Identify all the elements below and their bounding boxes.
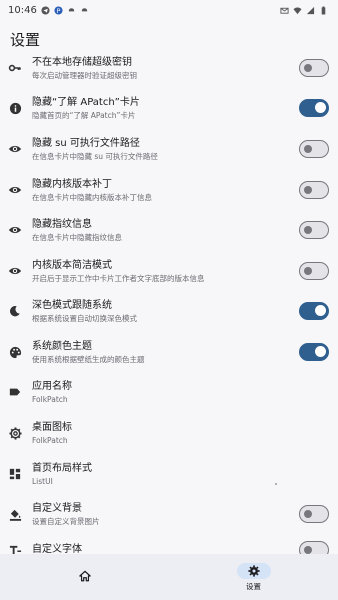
setting-title: 应用名称 bbox=[32, 380, 72, 392]
toggle-switch[interactable] bbox=[299, 99, 329, 117]
toggle-switch[interactable] bbox=[299, 262, 329, 280]
dashboard-icon bbox=[8, 467, 22, 481]
nav-item-settings[interactable]: 设置 bbox=[169, 554, 338, 600]
setting-row-hide-kernel-patch[interactable]: 隐藏内核版本补丁 在信息卡片中隐藏内核版本补丁信息 bbox=[0, 172, 338, 208]
toggle-switch[interactable] bbox=[299, 343, 329, 361]
toggle-switch[interactable] bbox=[299, 505, 329, 523]
setting-row-kernel-simple-mode[interactable]: 内核版本简洁模式 开启后于显示工作中卡片工作者文字底部的版本信息 bbox=[0, 253, 338, 289]
setting-subtitle: 在信息卡片中隐藏 su 可执行文件路径 bbox=[32, 151, 158, 161]
home-icon bbox=[78, 570, 91, 582]
setting-row-desktop-icon[interactable]: 桌面图标 FolkPatch bbox=[0, 415, 338, 451]
bottom-navigation: 设置 bbox=[0, 554, 338, 600]
svg-text:P: P bbox=[56, 7, 60, 14]
battery-icon bbox=[321, 5, 326, 15]
setting-subtitle: 使用系统根据壁纸生成的颜色主题 bbox=[32, 354, 145, 364]
setting-title: 隐藏内核版本补丁 bbox=[32, 178, 112, 190]
eye-icon bbox=[8, 264, 22, 278]
setting-subtitle: ListUI bbox=[32, 476, 53, 486]
toggle-switch[interactable] bbox=[299, 59, 329, 77]
setting-title: 内核版本简洁模式 bbox=[32, 259, 112, 271]
setting-row-dark-mode-follow-system[interactable]: 深色模式跟随系统 根据系统设置自动切换深色模式 bbox=[0, 293, 338, 329]
setting-subtitle: 开启后于显示工作中卡片工作者文字底部的版本信息 bbox=[32, 273, 205, 283]
setting-title: 隐藏“了解 APatch”卡片 bbox=[32, 96, 140, 108]
setting-subtitle: 设置自定义背景图片 bbox=[32, 516, 100, 526]
setting-row-custom-background[interactable]: 自定义背景 设置自定义背景图片 bbox=[0, 496, 338, 532]
page-title: 设置 bbox=[10, 30, 41, 49]
eye-icon bbox=[8, 183, 22, 197]
signal-icon bbox=[306, 6, 315, 14]
info-icon bbox=[8, 101, 22, 115]
nav-item-home[interactable] bbox=[0, 554, 169, 600]
setting-row-hide-fingerprint[interactable]: 隐藏指纹信息 在信息卡片中隐藏指纹信息 bbox=[0, 212, 338, 248]
wifi-icon bbox=[293, 6, 302, 14]
setting-subtitle: 隐藏首页的“了解 APatch”卡片 bbox=[32, 110, 136, 120]
format-color-fill-icon bbox=[8, 507, 22, 521]
setting-row-home-layout-style[interactable]: 首页布局样式 ListUI bbox=[0, 456, 338, 492]
android-icon-2 bbox=[81, 7, 88, 11]
setting-title: 隐藏指纹信息 bbox=[32, 218, 92, 230]
setting-row-no-store-superkey[interactable]: 不在本地存储超级密钥 每次启动管理器时验证超级密钥 bbox=[0, 50, 338, 86]
setting-subtitle: 每次启动管理器时验证超级密钥 bbox=[32, 70, 137, 80]
setting-title: 不在本地存储超级密钥 bbox=[32, 56, 132, 68]
toggle-switch[interactable] bbox=[299, 140, 329, 158]
setting-title: 桌面图标 bbox=[32, 421, 72, 433]
eye-icon bbox=[8, 223, 22, 237]
setting-subtitle: 在信息卡片中隐藏指纹信息 bbox=[32, 232, 122, 242]
setting-row-hide-apatch-card[interactable]: 隐藏“了解 APatch”卡片 隐藏首页的“了解 APatch”卡片 bbox=[0, 90, 338, 126]
setting-row-system-color-theme[interactable]: 系统颜色主题 使用系统根据壁纸生成的颜色主题 bbox=[0, 334, 338, 370]
telegram-icon bbox=[41, 5, 50, 15]
app-notification-icon: P bbox=[54, 5, 63, 14]
setting-title: 深色模式跟随系统 bbox=[32, 299, 112, 311]
toggle-switch[interactable] bbox=[299, 302, 329, 320]
setting-title: 系统颜色主题 bbox=[32, 340, 92, 352]
setting-row-hide-su-path[interactable]: 隐藏 su 可执行文件路径 在信息卡片中隐藏 su 可执行文件路径 bbox=[0, 131, 338, 167]
moon-icon bbox=[8, 304, 22, 318]
nav-pill-settings bbox=[236, 562, 271, 579]
eye-icon bbox=[8, 142, 22, 156]
settings-gear-icon bbox=[247, 564, 260, 577]
setting-title: 自定义背景 bbox=[32, 502, 82, 514]
gear-icon bbox=[8, 426, 22, 440]
setting-subtitle: 在信息卡片中隐藏内核版本补丁信息 bbox=[32, 192, 152, 202]
scroll-indicator-dot bbox=[275, 483, 277, 485]
setting-title: 首页布局样式 bbox=[32, 462, 92, 474]
label-icon bbox=[8, 385, 22, 399]
toggle-switch[interactable] bbox=[299, 221, 329, 239]
nav-label-settings: 设置 bbox=[246, 581, 261, 591]
key-icon bbox=[8, 61, 22, 75]
status-time: 10:46 bbox=[8, 4, 37, 16]
mail-icon bbox=[280, 7, 289, 14]
android-icon bbox=[68, 7, 75, 11]
toggle-switch[interactable] bbox=[299, 181, 329, 199]
nav-pill-home bbox=[68, 568, 102, 584]
setting-row-app-name[interactable]: 应用名称 FolkPatch bbox=[0, 374, 338, 410]
setting-subtitle: 根据系统设置自动切换深色模式 bbox=[32, 313, 137, 323]
setting-subtitle: FolkPatch bbox=[32, 435, 68, 445]
status-bar: 10:46 P bbox=[0, 0, 338, 20]
setting-subtitle: FolkPatch bbox=[32, 394, 68, 404]
setting-title: 隐藏 su 可执行文件路径 bbox=[32, 137, 140, 149]
palette-icon bbox=[8, 345, 22, 359]
